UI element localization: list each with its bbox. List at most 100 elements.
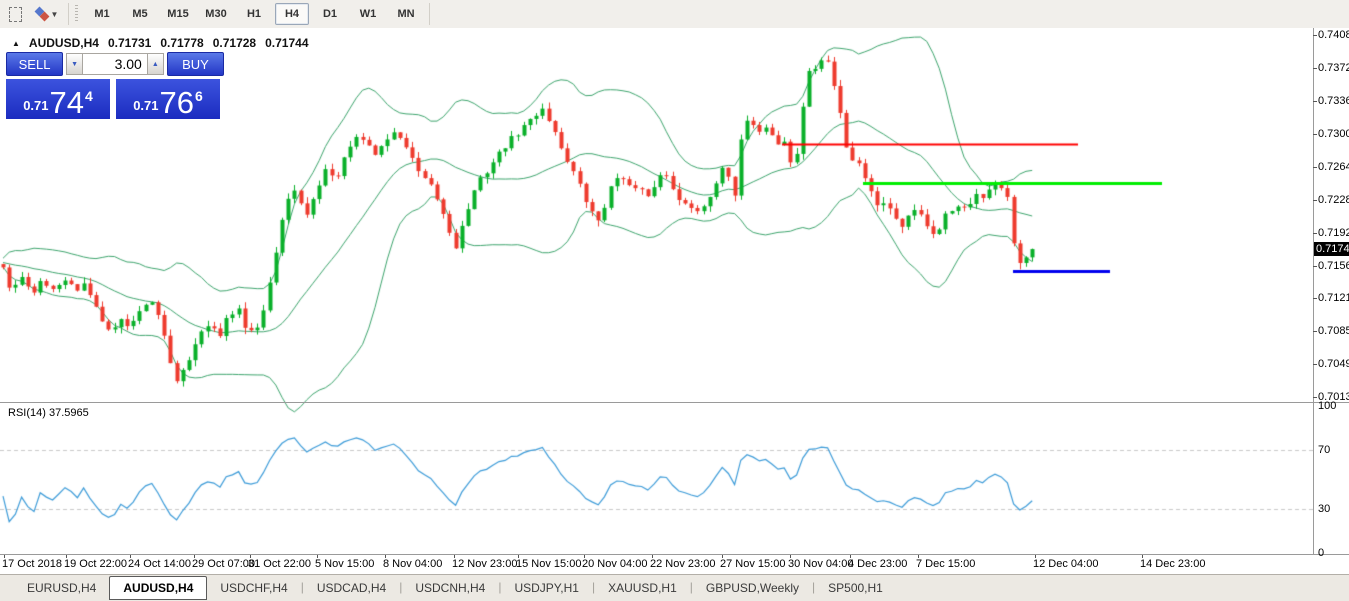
price-axis-tick-mark — [1313, 298, 1317, 299]
chart-tab-eurusd[interactable]: EURUSD,H4 — [14, 577, 109, 598]
ohlc-low: 0.71728 — [213, 36, 256, 50]
chart-tab-usdchf[interactable]: USDCHF,H4 — [207, 577, 300, 598]
time-axis-tick-mark — [130, 555, 131, 558]
price-axis-tick-mark — [1313, 167, 1317, 168]
buy-price-display[interactable]: 0.71 76 6 — [116, 79, 220, 119]
price-axis-tick: 0.73360 — [1318, 95, 1349, 107]
time-axis-tick-mark — [1142, 555, 1143, 558]
price-axis-tick: 0.73720 — [1318, 62, 1349, 74]
buy-price-big: 76 — [160, 90, 194, 116]
mt4-window: ▼ M1M5M15M30H1H4D1W1MN ▲ AUDUSD,H4 0.717… — [0, 0, 1349, 601]
time-axis-tick-mark — [850, 555, 851, 558]
price-axis-tick: 0.72640 — [1318, 161, 1349, 173]
time-axis-label: 20 Nov 04:00 — [582, 558, 647, 570]
timeframe-button-m1[interactable]: M1 — [85, 3, 119, 25]
price-axis-tick-mark — [1313, 397, 1317, 398]
price-axis-tick: 0.70490 — [1318, 358, 1349, 370]
timeframe-button-h1[interactable]: H1 — [237, 3, 271, 25]
time-axis-tick-mark — [584, 555, 585, 558]
chart-tab-usdcnh[interactable]: USDCNH,H4 — [402, 577, 498, 598]
time-axis-label: 8 Nov 04:00 — [383, 558, 442, 570]
volume-decrease-button[interactable]: ▼ — [66, 53, 83, 75]
buy-price-pip: 6 — [195, 88, 203, 104]
time-axis-label: 14 Dec 23:00 — [1140, 558, 1205, 570]
price-axis-tick: 0.71560 — [1318, 260, 1349, 272]
sell-button[interactable]: SELL — [6, 52, 63, 76]
time-axis-tick-mark — [66, 555, 67, 558]
time-axis-label: 30 Nov 04:00 — [788, 558, 853, 570]
timeframe-button-m30[interactable]: M30 — [199, 3, 233, 25]
toolbar-separator — [68, 3, 69, 25]
pointer-select-icon[interactable] — [4, 4, 26, 24]
time-axis-label: 12 Nov 23:00 — [452, 558, 517, 570]
price-axis-tick-mark — [1313, 233, 1317, 234]
ohlc-close: 0.71744 — [265, 36, 308, 50]
time-axis-label: 17 Oct 2018 — [2, 558, 62, 570]
collapse-panel-icon[interactable]: ▲ — [12, 39, 20, 48]
time-axis-tick-mark — [454, 555, 455, 558]
price-axis-tick-mark — [1313, 364, 1317, 365]
price-axis-tick: 0.71210 — [1318, 292, 1349, 304]
rsi-axis-tick: 0 — [1318, 547, 1324, 559]
time-axis-label: 19 Oct 22:00 — [64, 558, 127, 570]
chart-rsi-separator[interactable] — [0, 402, 1349, 403]
ohlc-open: 0.71731 — [108, 36, 151, 50]
ohlc-high: 0.71778 — [160, 36, 203, 50]
price-axis-tick-mark — [1313, 200, 1317, 201]
price-axis-tick-mark — [1313, 134, 1317, 135]
chart-tab-bar: EURUSD,H4AUDUSD,H4USDCHF,H4|USDCAD,H4|US… — [0, 574, 1349, 601]
timeframe-button-h4[interactable]: H4 — [275, 3, 309, 25]
time-axis-tick-mark — [1035, 555, 1036, 558]
price-axis-tick: 0.70850 — [1318, 325, 1349, 337]
time-axis-tick-mark — [385, 555, 386, 558]
timeframe-button-mn[interactable]: MN — [389, 3, 423, 25]
timeframe-button-m5[interactable]: M5 — [123, 3, 157, 25]
time-axis-tick-mark — [194, 555, 195, 558]
sell-price-prefix: 0.71 — [23, 98, 48, 113]
chart-tab-usdcad[interactable]: USDCAD,H4 — [304, 577, 399, 598]
price-axis-tick: 0.72280 — [1318, 194, 1349, 206]
rsi-axis-tick: 70 — [1318, 444, 1330, 456]
timeframe-button-m15[interactable]: M15 — [161, 3, 195, 25]
time-axis-label: 4 Dec 23:00 — [848, 558, 907, 570]
time-axis-tick-mark — [918, 555, 919, 558]
timeframe-button-d1[interactable]: D1 — [313, 3, 347, 25]
price-axis-tick-mark — [1313, 101, 1317, 102]
time-axis-label: 12 Dec 04:00 — [1033, 558, 1098, 570]
time-axis-tick-mark — [652, 555, 653, 558]
sell-price-display[interactable]: 0.71 74 4 — [6, 79, 110, 119]
time-axis-label: 31 Oct 22:00 — [248, 558, 311, 570]
timeframe-button-w1[interactable]: W1 — [351, 3, 385, 25]
time-axis-label: 27 Nov 15:00 — [720, 558, 785, 570]
rsi-axis-tick: 100 — [1318, 400, 1336, 412]
buy-button[interactable]: BUY — [167, 52, 224, 76]
price-axis-tick-mark — [1313, 35, 1317, 36]
time-axis-label: 15 Nov 15:00 — [516, 558, 581, 570]
rsi-axis-tick: 30 — [1318, 503, 1330, 515]
dropdown-caret-icon[interactable]: ▼ — [51, 10, 59, 19]
chart-tab-gbpusd[interactable]: GBPUSD,Weekly — [693, 577, 812, 598]
chart-tab-sp500[interactable]: SP500,H1 — [815, 577, 896, 598]
rsi-indicator-label: RSI(14) 37.5965 — [8, 407, 89, 419]
sell-price-big: 74 — [50, 90, 84, 116]
time-axis-tick-mark — [722, 555, 723, 558]
chart-tab-audusd[interactable]: AUDUSD,H4 — [109, 576, 207, 600]
price-axis-tick: 0.74080 — [1318, 29, 1349, 41]
time-axis-tick-mark — [250, 555, 251, 558]
toolbar-separator — [429, 3, 430, 25]
time-axis-tick-mark — [4, 555, 5, 558]
symbol-header: ▲ AUDUSD,H4 0.71731 0.71778 0.71728 0.71… — [12, 36, 309, 50]
chart-tab-xauusd[interactable]: XAUUSD,H1 — [595, 577, 690, 598]
price-axis-tick-mark — [1313, 266, 1317, 267]
time-axis-label: 5 Nov 15:00 — [315, 558, 374, 570]
symbol-name: AUDUSD,H4 — [29, 36, 99, 50]
price-axis-tick: 0.73000 — [1318, 128, 1349, 140]
toolbar-grip[interactable] — [75, 5, 78, 23]
volume-input[interactable]: 3.00 — [83, 53, 147, 75]
time-axis-label: 22 Nov 23:00 — [650, 558, 715, 570]
price-axis-border — [1313, 28, 1314, 573]
time-axis-label: 29 Oct 07:00 — [192, 558, 255, 570]
chart-tab-usdjpy[interactable]: USDJPY,H1 — [501, 577, 591, 598]
order-arrows-icon[interactable]: ▼ — [30, 4, 64, 24]
volume-increase-button[interactable]: ▲ — [147, 53, 164, 75]
